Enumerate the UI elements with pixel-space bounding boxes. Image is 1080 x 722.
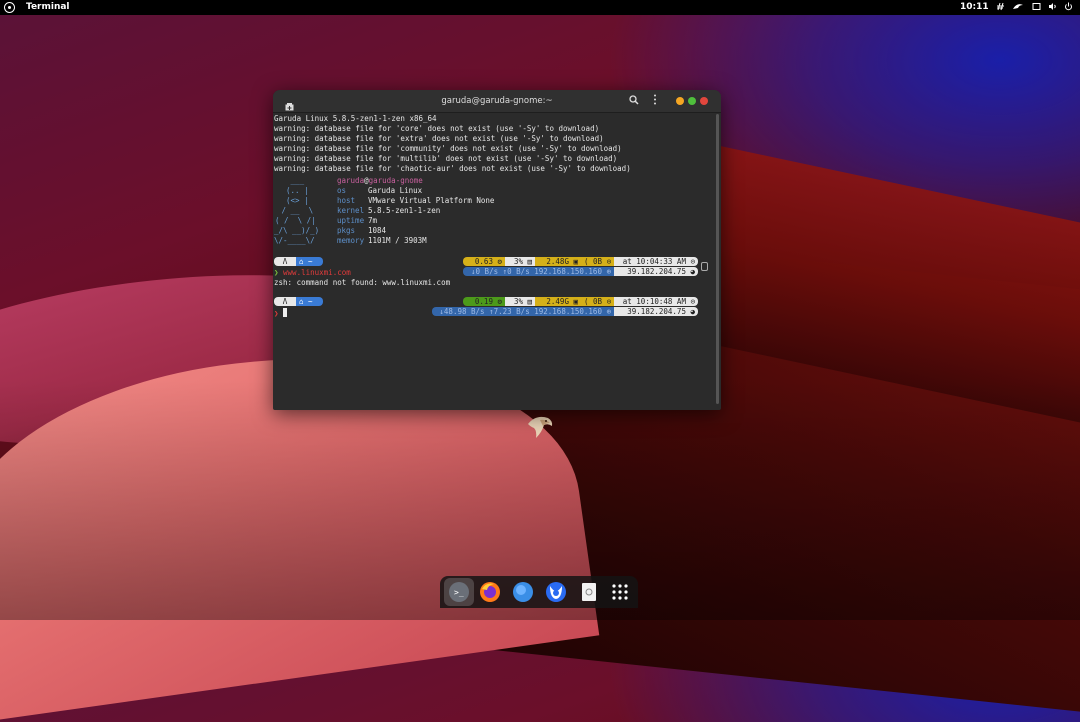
ascii-art-line: / __ \	[277, 206, 314, 215]
ascii-art-line: _/\ __)/_)	[274, 226, 320, 235]
search-icon[interactable]	[629, 95, 639, 108]
neofetch-value: 1101M / 3903M	[368, 236, 427, 245]
neofetch-userhost: garuda@garuda-gnome	[337, 176, 423, 186]
neofetch-value: 5.8.5-zen1-1-zen	[368, 206, 441, 215]
neofetch-user: garuda	[337, 176, 365, 185]
active-app-name[interactable]: Terminal	[26, 2, 70, 12]
disk-segment: ( 0B ⊙	[581, 257, 614, 266]
neofetch-host: garuda-gnome	[368, 176, 423, 185]
terminal-window[interactable]: garuda@garuda-gnome:~ Garuda Linux 5.8.5…	[273, 90, 721, 410]
terminal-scrollbar[interactable]	[716, 114, 719, 404]
terminal-output[interactable]: Garuda Linux 5.8.5-zen1-1-zen x86_64 war…	[274, 112, 714, 408]
ip-segment: 39.182.204.75 ◕	[614, 307, 698, 316]
terminal-titlebar[interactable]: garuda@garuda-gnome:~	[273, 90, 721, 113]
firefox-icon[interactable]	[478, 580, 502, 604]
trash-icon[interactable]	[577, 580, 601, 604]
neofetch-value: VMware Virtual Platform None	[368, 196, 495, 205]
mem-segment: 2.48G ▣	[535, 257, 581, 266]
time-segment: at 10:10:48 AM ⊙	[614, 297, 698, 306]
ascii-art-line: (<> |	[277, 196, 309, 205]
output-line: warning: database file for 'multilib' do…	[274, 154, 618, 163]
output-line: Garuda Linux 5.8.5-zen1-1-zen x86_64	[274, 114, 437, 123]
neofetch-key: uptime	[337, 216, 365, 225]
garuda-logo-icon	[526, 414, 554, 440]
cpu-segment: 3% ▤	[505, 257, 535, 266]
neofetch-key: host	[337, 196, 356, 205]
net-segment: ↓48.98 B/s ↑7.23 B/s 192.168.150.160 ⊕	[432, 307, 614, 316]
output-line: warning: database file for 'extra' does …	[274, 134, 604, 143]
output-line: warning: database file for 'community' d…	[274, 144, 622, 153]
clock[interactable]: 10:11	[960, 2, 989, 12]
prompt-dir-segment: ⌂ ~	[296, 257, 323, 266]
prompt-status-box	[701, 262, 708, 271]
power-icon[interactable]	[1064, 2, 1073, 14]
neofetch-key: kernel	[337, 206, 365, 215]
cpu-segment: 3% ▤	[505, 297, 535, 306]
typed-command: www.linuxmi.com	[283, 268, 351, 277]
disk-segment: ( 0B ⊙	[581, 297, 614, 306]
neofetch-key: pkgs	[337, 226, 356, 235]
activities-icon[interactable]	[4, 2, 15, 13]
network-icon[interactable]	[996, 2, 1005, 14]
svg-text:>_: >_	[454, 588, 464, 597]
minimize-button[interactable]	[676, 97, 684, 105]
ascii-art-line: ___	[277, 176, 305, 185]
terminal-icon[interactable]: >_	[447, 580, 471, 604]
net-segment: ↓0 B/s ↑0 B/s 192.168.150.160 ⊕	[463, 267, 614, 276]
text-cursor	[283, 308, 288, 317]
output-line: warning: database file for 'chaotic-aur'…	[274, 164, 631, 173]
ascii-art-line: \/-____\/	[274, 236, 315, 245]
neofetch-value: 7m	[368, 216, 378, 225]
window-icon[interactable]	[1032, 2, 1041, 14]
neofetch-value: 1084	[368, 226, 387, 235]
neofetch-key: memory	[337, 236, 365, 245]
time-segment: at 10:04:33 AM ⊙	[614, 257, 698, 266]
command-line-2[interactable]: ❯	[274, 308, 288, 319]
command-output: zsh: command not found: www.linuxmi.com	[274, 278, 451, 287]
load-segment: 0.19 ⚙	[463, 297, 505, 306]
ascii-art-line: ( / \ /|	[275, 216, 316, 225]
mem-segment: 2.49G ▣	[535, 297, 581, 306]
prompt-user-segment: Λ	[274, 257, 296, 266]
command-line-1: ❯ www.linuxmi.com	[274, 268, 351, 277]
app-grid-icon[interactable]	[608, 580, 632, 604]
output-line: warning: database file for 'core' does n…	[274, 124, 600, 133]
neofetch-value: Garuda Linux	[368, 186, 423, 195]
prompt-user-segment: Λ	[274, 297, 296, 306]
ip-segment: 39.182.204.75 ◕	[614, 267, 698, 276]
garuda-eagle-icon[interactable]	[1012, 2, 1024, 14]
neofetch-key: os	[337, 186, 347, 195]
maximize-button[interactable]	[688, 97, 696, 105]
files-icon[interactable]	[511, 580, 535, 604]
speaker-icon[interactable]	[1048, 2, 1057, 14]
browser-icon[interactable]	[544, 580, 568, 604]
dock: >_	[440, 576, 638, 608]
top-bar: Terminal 10:11	[0, 0, 1080, 15]
prompt-dir-segment: ⌂ ~	[296, 297, 323, 306]
load-segment: 0.63 ⚙	[463, 257, 505, 266]
ascii-art-line: (.. |	[277, 186, 309, 195]
menu-icon[interactable]	[653, 94, 657, 108]
close-button[interactable]	[700, 97, 708, 105]
